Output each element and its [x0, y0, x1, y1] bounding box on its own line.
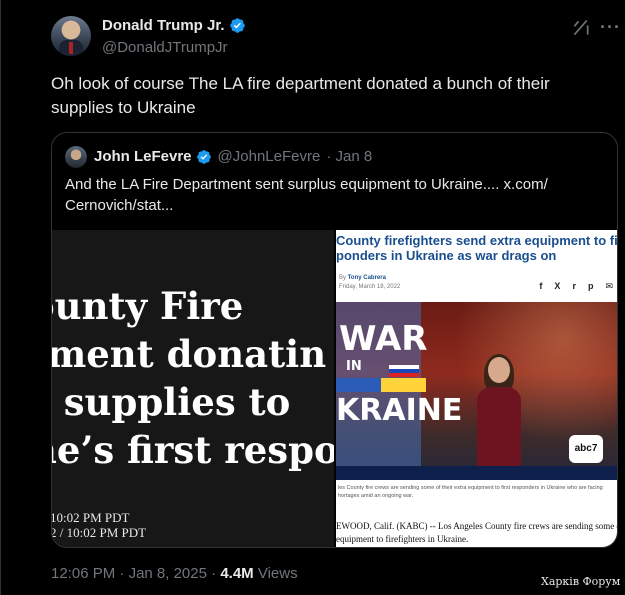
timestamp-line: 10:02 PM PDT: [52, 510, 130, 525]
more-options-icon[interactable]: ···: [600, 17, 621, 38]
author-handle[interactable]: @DonaldJTrumpJr: [102, 39, 228, 56]
quote-media[interactable]: ounty Fire tment donatin s supplies to n…: [52, 230, 618, 547]
reddit-icon: r: [572, 281, 576, 291]
author-row: Donald Trump Jr.: [102, 17, 246, 34]
quote-author-handle[interactable]: @JohnLeFevre: [218, 148, 321, 165]
media-image-right[interactable]: County firefighters send extra equipment…: [336, 230, 618, 547]
quote-author-row: John LeFevre @JohnLeFevre · Jan 8: [94, 148, 372, 165]
ukrainian-flag: [336, 378, 426, 392]
byline-prefix: By: [339, 275, 347, 281]
ticker-bar: [336, 466, 617, 480]
timestamps: 10:02 PM PDT 2 / 10:02 PM PDT: [52, 510, 146, 540]
article-headline-line: County firefighters send extra equipment…: [336, 233, 618, 248]
russian-flag: [389, 365, 419, 377]
quoted-tweet[interactable]: John LeFevre @JohnLeFevre · Jan 8 And th…: [51, 132, 618, 548]
image-caption: les County fire crews are sending some o…: [338, 485, 603, 499]
timestamp-line: 2 / 10:02 PM PDT: [52, 525, 147, 540]
quote-text: And the LA Fire Department sent surplus …: [65, 176, 548, 214]
headline-line: s supplies to: [52, 380, 291, 424]
news-anchor: [474, 354, 524, 480]
article-headline-line: ponders in Ukraine as war drags on: [336, 248, 557, 263]
article-byline: By Tony Cabrera Friday, March 18, 2022: [339, 274, 400, 292]
tweet-time[interactable]: 12:06 PM: [51, 565, 115, 582]
headline-line: ounty Fire: [52, 284, 244, 328]
avatar[interactable]: [51, 16, 91, 56]
pinterest-icon: p: [587, 281, 594, 291]
views-label: Views: [257, 565, 298, 582]
quote-date: · Jan 8: [326, 148, 373, 165]
byline-date: Friday, March 18, 2022: [339, 284, 401, 290]
quote-avatar[interactable]: [65, 146, 87, 168]
article-body-line: equipment to firefighters in Ukraine.: [336, 534, 469, 544]
news-broadcast-image: WAR IN KRAINE abc7: [336, 302, 617, 480]
quote-author-name[interactable]: John LeFevre: [94, 148, 192, 165]
graphic-war: WAR: [339, 319, 428, 359]
media-image-left[interactable]: ounty Fire tment donatin s supplies to n…: [52, 230, 334, 547]
email-icon: ✉: [605, 281, 613, 291]
headline-line: ne’s first respo: [52, 428, 334, 472]
share-icons: f X r p ✉: [539, 281, 613, 292]
graphic-kraine: KRAINE: [336, 393, 463, 428]
graphic-in: IN: [346, 359, 362, 374]
x-icon: X: [554, 281, 561, 291]
verified-icon: [196, 149, 211, 164]
verified-icon: [229, 18, 245, 33]
tweet-date[interactable]: Jan 8, 2025: [129, 565, 207, 582]
grok-icon[interactable]: [571, 18, 591, 38]
article-body-line: EWOOD, Calif. (KABC) -- Los Angeles Coun…: [336, 521, 618, 531]
facebook-icon: f: [539, 281, 543, 291]
meta-separator: ·: [211, 565, 217, 582]
tweet-meta: 12:06 PM · Jan 8, 2025 · 4.4M Views: [51, 565, 298, 582]
headline-crop: ounty Fire tment donatin s supplies to n…: [52, 282, 334, 474]
abc7-logo: abc7: [569, 435, 603, 463]
views-count: 4.4M: [220, 565, 254, 582]
headline-line: tment donatin: [52, 332, 327, 376]
byline-author: Tony Cabrera: [347, 275, 386, 281]
watermark: Харків Форум: [541, 575, 621, 588]
tweet[interactable]: Donald Trump Jr. @DonaldJTrumpJr ··· Oh …: [0, 0, 625, 595]
author-name[interactable]: Donald Trump Jr.: [102, 17, 225, 34]
meta-separator: ·: [119, 565, 125, 582]
tweet-text: Oh look of course The LA fire department…: [51, 74, 550, 117]
article-body: EWOOD, Calif. (KABC) -- Los Angeles Coun…: [336, 520, 618, 546]
article-headline: County firefighters send extra equipment…: [336, 233, 618, 263]
